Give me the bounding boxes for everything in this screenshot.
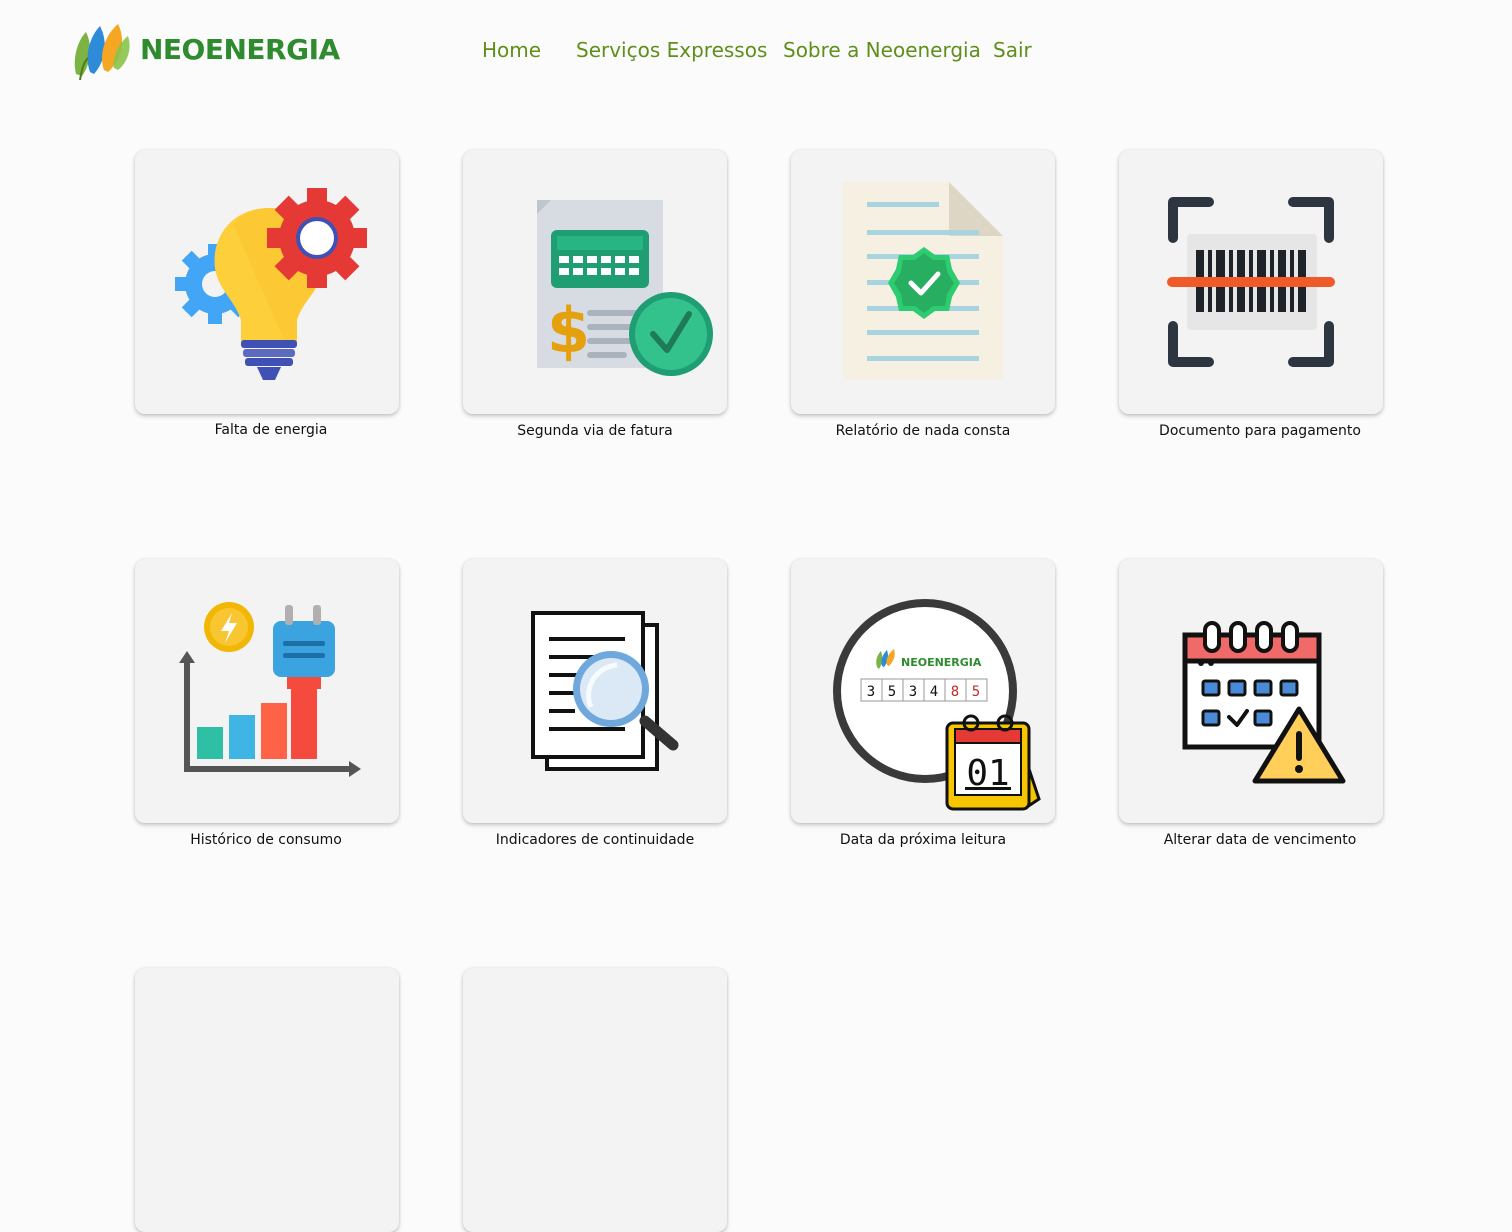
barcode-scan-icon <box>1167 197 1335 367</box>
service-card-nada-consta[interactable] <box>791 150 1055 414</box>
service-card-indicadores-continuidade[interactable] <box>463 559 727 823</box>
meter-digit: 4 <box>930 684 938 700</box>
service-card-partial[interactable] <box>135 968 399 1232</box>
service-label[interactable]: Alterar data de vencimento <box>1110 832 1410 848</box>
calendar-warning-icon <box>1182 621 1346 784</box>
meter-digit: 3 <box>867 684 875 700</box>
nav-sobre-link[interactable]: Sobre a Neoenergia <box>783 38 981 62</box>
nav-sair-link[interactable]: Sair <box>993 38 1032 62</box>
meter-digit: 5 <box>972 684 980 700</box>
lightbulb-gears-icon <box>175 188 367 380</box>
service-card-falta-energia[interactable] <box>135 150 399 414</box>
service-card-historico-consumo[interactable] <box>135 559 399 823</box>
meter-brand: NEOENERGIA <box>901 656 982 669</box>
invoice-check-icon: $ <box>537 200 713 376</box>
meter-digit: 8 <box>951 684 959 700</box>
consumption-chart-icon <box>179 602 361 777</box>
neoenergia-logo[interactable]: NEOENERGIA <box>70 18 350 80</box>
service-label[interactable]: Falta de energia <box>121 422 421 438</box>
svg-text:$: $ <box>547 294 590 367</box>
service-card-segunda-via[interactable]: $ <box>463 150 727 414</box>
service-card-partial[interactable] <box>463 968 727 1232</box>
service-label[interactable]: Histórico de consumo <box>116 832 416 848</box>
brand-name: NEOENERGIA <box>140 32 340 66</box>
document-verified-icon <box>843 182 1003 380</box>
service-card-alterar-vencimento[interactable] <box>1119 559 1383 823</box>
meter-calendar-icon: NEOENERGIA 3 5 3 4 8 5 01 <box>833 599 1041 811</box>
service-label[interactable]: Relatório de nada consta <box>773 423 1073 439</box>
service-label[interactable]: Segunda via de fatura <box>445 423 745 439</box>
document-search-icon <box>531 611 679 771</box>
leaf-logo-icon <box>74 24 130 80</box>
nav-home-link[interactable]: Home <box>482 38 541 62</box>
meter-digit: 5 <box>888 684 896 700</box>
nav-servicos-expressos-link[interactable]: Serviços Expressos <box>576 38 767 62</box>
service-label[interactable]: Documento para pagamento <box>1110 423 1410 439</box>
meter-digit: 3 <box>909 684 917 700</box>
service-label[interactable]: Indicadores de continuidade <box>445 832 745 848</box>
service-card-proxima-leitura[interactable]: NEOENERGIA 3 5 3 4 8 5 01 <box>791 559 1055 823</box>
header: NEOENERGIA Home Serviços Expressos Sobre… <box>0 0 1512 110</box>
service-card-documento-pagamento[interactable] <box>1119 150 1383 414</box>
service-label[interactable]: Data da próxima leitura <box>773 832 1073 848</box>
